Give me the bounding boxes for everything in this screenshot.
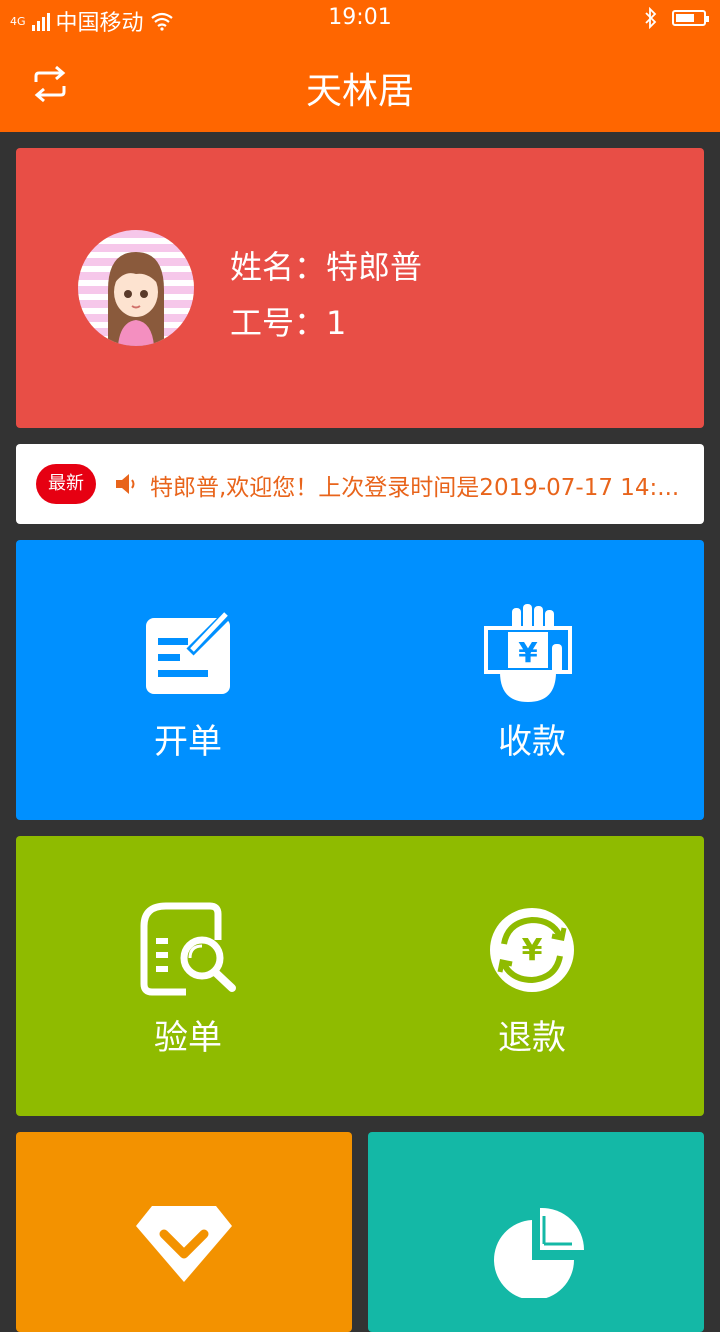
svg-text:¥: ¥ xyxy=(518,636,538,669)
svg-text:¥: ¥ xyxy=(522,933,543,968)
refund-label: 退款 xyxy=(498,1018,566,1058)
create-order-icon xyxy=(146,610,232,694)
status-time: 19:01 xyxy=(328,5,392,30)
tile-group-blue: 开单 ¥ 收款 xyxy=(16,540,704,820)
tile-diamond[interactable] xyxy=(16,1132,352,1332)
battery-level xyxy=(676,14,694,22)
battery-icon xyxy=(672,10,709,26)
tile-group-green: 验单 ¥ 退款 xyxy=(16,836,704,1116)
speaker-icon xyxy=(116,474,135,494)
notice-bar[interactable]: 最新 特郎普,欢迎您！上次登录时间是2019-07-17 14:... xyxy=(16,444,704,524)
notice-message: 特郎普,欢迎您！上次登录时间是2019-07-17 14:... xyxy=(150,475,680,501)
create-order-button[interactable]: 开单 xyxy=(16,540,360,820)
payment-icon: ¥ xyxy=(484,604,572,702)
verify-order-label: 验单 xyxy=(154,1018,222,1058)
status-bar: 4G 中国移动 19:01 xyxy=(0,0,720,38)
bluetooth-icon xyxy=(645,7,657,29)
avatar[interactable] xyxy=(78,230,194,346)
diamond-icon xyxy=(136,1206,232,1282)
create-order-label: 开单 xyxy=(154,722,222,762)
page-title: 天林居 xyxy=(305,71,414,112)
profile-card: 姓名：特郎普 工号：1 xyxy=(16,148,704,428)
verify-order-button[interactable]: 验单 xyxy=(16,836,360,1116)
status-right xyxy=(644,7,709,29)
new-badge: 最新 xyxy=(36,464,96,504)
refund-button[interactable]: ¥ 退款 xyxy=(360,836,704,1116)
employee-name: 姓名：特郎普 xyxy=(230,248,423,286)
payment-label: 收款 xyxy=(498,722,566,762)
app-header: 天林居 xyxy=(0,38,720,132)
avatar-image xyxy=(108,252,164,346)
refund-icon: ¥ xyxy=(490,908,574,992)
employee-id: 工号：1 xyxy=(230,304,347,342)
payment-button[interactable]: ¥ 收款 xyxy=(360,540,704,820)
tile-pie-chart[interactable] xyxy=(368,1132,704,1332)
verify-order-icon xyxy=(140,902,236,996)
pie-chart-icon xyxy=(494,1207,584,1298)
